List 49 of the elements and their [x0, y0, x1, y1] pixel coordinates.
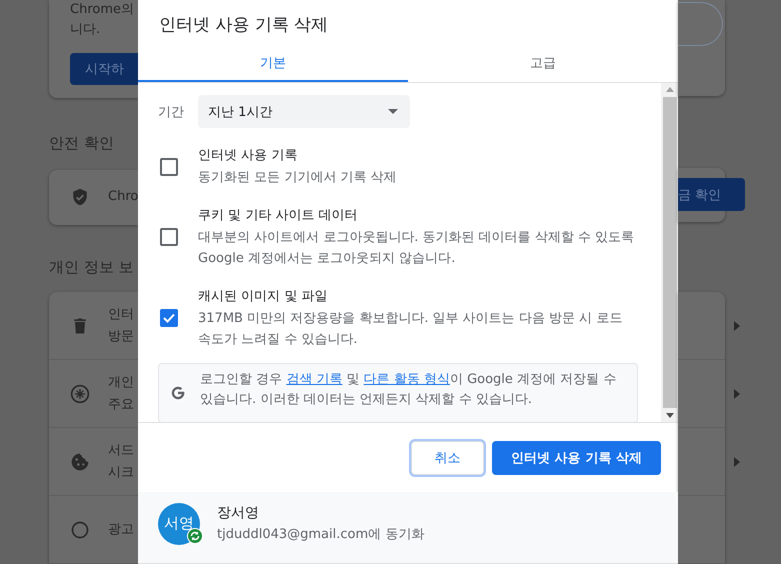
circle-icon — [70, 520, 90, 540]
sync-status: tjduddl043@gmail.com에 동기화 — [217, 526, 424, 544]
checkbox[interactable] — [160, 158, 178, 176]
row-title: 광고 — [108, 520, 134, 538]
cookie-icon — [70, 452, 90, 472]
scroll-down-icon — [666, 413, 674, 418]
caret-icon — [734, 320, 740, 330]
option-description: 317MB 미만의 저장용량을 확보합니다. 일부 사이트는 다음 방문 시 로드 속도가 느려질 수 있습니다. — [198, 310, 624, 349]
link[interactable]: 검색 기록 — [286, 372, 342, 387]
check-now-button[interactable]: 금 확인 — [678, 178, 745, 212]
tab[interactable]: 고급 — [408, 45, 678, 82]
row-subtitle: 방문 — [108, 328, 134, 346]
cancel-button[interactable]: 취소 — [411, 441, 484, 475]
scrollbar-thumb[interactable] — [662, 97, 676, 408]
row-title: 인터 — [108, 306, 134, 324]
row-subtitle: 주요 — [108, 396, 134, 414]
compass-icon — [70, 384, 90, 404]
dropdown-caret-icon — [388, 109, 398, 114]
section-heading: 안전 확인 — [49, 132, 115, 153]
notice-text: 로그인할 경우 검색 기록 및 다른 활동 형식 이 Google 계정에 저장될 수 있습니다. 이러한 데이터는 언제든지 삭제할 수 있습니다. — [200, 371, 618, 409]
account-name: 장서영 — [217, 504, 260, 522]
time-range-dropdown[interactable]: 지난 1시간 — [198, 95, 410, 128]
option-title: 인터넷 사용 기록 — [198, 147, 298, 165]
link[interactable]: 다른 활동 형식 — [364, 372, 450, 387]
dialog-title: 인터넷 사용 기록 삭제 — [158, 14, 330, 37]
start-button[interactable]: 시작하 — [70, 53, 138, 85]
caret-icon — [734, 456, 740, 466]
option-description: 동기화된 모든 기기에서 기록 삭제 — [198, 169, 398, 187]
checkmark-icon — [163, 313, 175, 323]
field-label: 기간 — [158, 104, 185, 120]
scrollbar[interactable] — [661, 83, 678, 422]
row-title: 개인 — [108, 374, 134, 392]
row-subtitle: 시크 — [108, 464, 134, 482]
option-title: 쿠키 및 기타 사이트 데이터 — [198, 207, 359, 225]
option-title: 캐시된 이미지 및 파일 — [198, 288, 328, 306]
avatar: 서영 — [158, 502, 200, 544]
card-text: Chrome의 — [70, 1, 135, 19]
checkbox[interactable] — [160, 309, 178, 327]
card-text: Chro — [108, 188, 138, 206]
card-text: 니다. — [70, 21, 102, 39]
checkbox[interactable] — [160, 228, 178, 246]
section-heading: 개인 정보 보 — [49, 257, 135, 277]
row-title: 서드 — [108, 442, 134, 460]
tab[interactable]: 기본 — [138, 45, 408, 82]
caret-icon — [734, 388, 740, 398]
scroll-up-icon — [666, 87, 674, 92]
delete-button[interactable]: 인터넷 사용 기록 삭제 — [492, 441, 661, 475]
shield-check-icon — [71, 188, 89, 206]
option-description: 대부분의 사이트에서 로그아웃됩니다. 동기화된 데이터를 삭제할 수 있도록 Google 계정에서는 로그아웃되지 않습니다. — [198, 229, 636, 268]
